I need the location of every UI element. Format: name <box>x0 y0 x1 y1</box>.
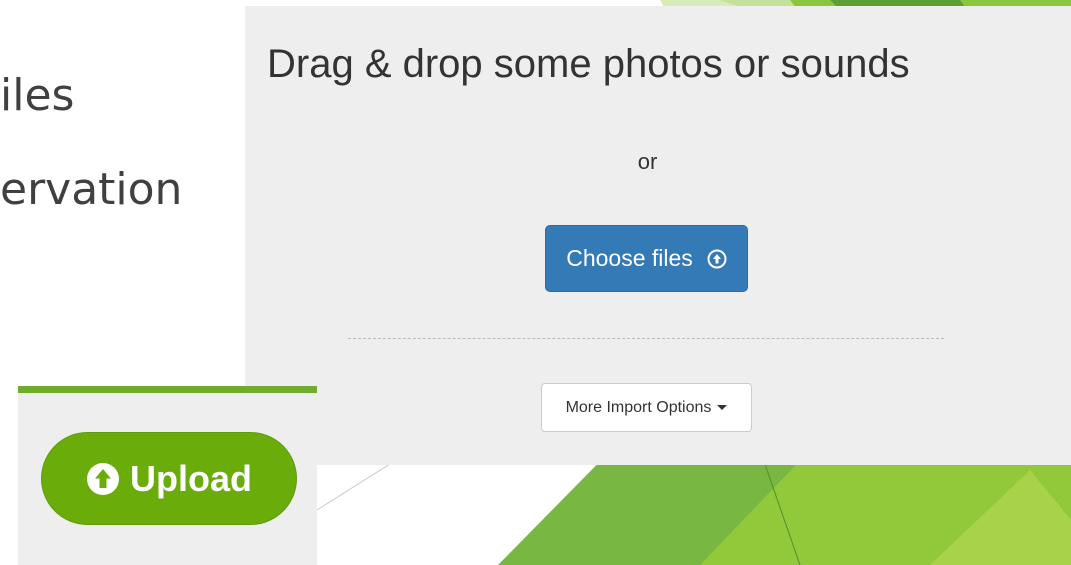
more-import-options-label: More Import Options <box>565 398 712 416</box>
inset-top-bar <box>18 386 317 393</box>
circle-arrow-up-icon <box>707 249 727 269</box>
dropzone-title: Drag & drop some photos or sounds <box>267 42 910 86</box>
circle-arrow-up-icon <box>86 462 120 496</box>
choose-files-label: Choose files <box>566 245 693 271</box>
upload-button[interactable]: Upload <box>41 432 297 525</box>
dashed-divider <box>348 338 944 339</box>
or-separator-text: or <box>637 149 658 174</box>
caret-down-icon <box>717 405 728 410</box>
slide-text-fragment-3: ervation <box>0 164 183 215</box>
upload-button-inset: Upload <box>18 386 317 565</box>
upload-button-label: Upload <box>130 457 252 499</box>
more-import-options-button[interactable]: More Import Options <box>541 383 752 432</box>
upload-dropzone-panel[interactable]: Drag & drop some photos or sounds or Cho… <box>245 6 1071 465</box>
choose-files-button[interactable]: Choose files <box>545 225 748 292</box>
slide-text-fragment-2: iles <box>0 70 75 121</box>
slide-text-fragment-1: r <box>8 0 26 44</box>
